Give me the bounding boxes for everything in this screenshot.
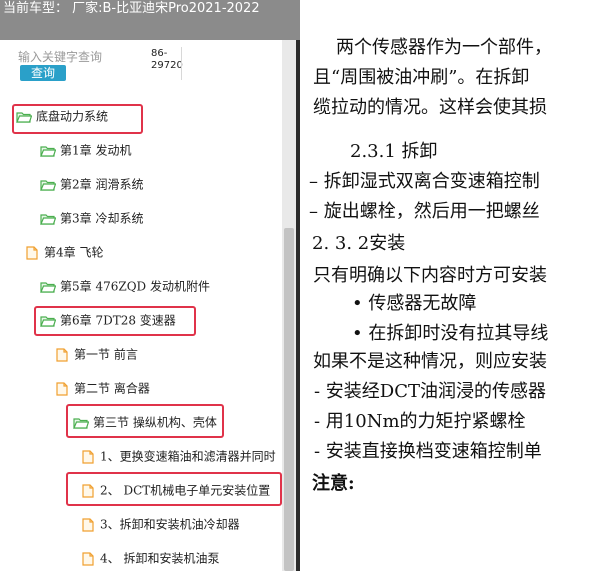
tree-node-label: 1、更换变速箱油和滤清器并同时 (100, 449, 276, 464)
doc-list-line: – 旋出螺栓，然后用一把螺丝 (309, 201, 540, 222)
doc-paragraph-line: 如果不是这种情况，则应安装 (313, 351, 547, 372)
tree-node-item-4[interactable]: 4、 拆卸和安装机油泵 (82, 547, 219, 569)
tree-node-label: 3、拆卸和安装机油冷却器 (100, 517, 240, 532)
tree-node-section-2[interactable]: 第二节 离合器 (56, 377, 150, 399)
doc-bullet-line: • 传感器无故障 (352, 293, 477, 314)
doc-list-line: - 安装经DCT油润浸的传感器 (314, 381, 547, 402)
document-viewer: 两个传感器作为一个部件， 且“周围被油冲刷”。在拆卸 缆拉动的情况。这样会使其损… (300, 0, 600, 571)
current-vehicle-title: 当前车型： 厂家:B-比亚迪宋Pro2021-2022 (3, 1, 260, 16)
document-icon (56, 347, 68, 362)
highlight-box-item-2 (66, 472, 282, 506)
folder-open-icon (40, 281, 56, 293)
document-icon (56, 381, 68, 396)
search-input[interactable]: 输入关键字查询 (18, 50, 144, 64)
document-code: 86- 29720 (151, 48, 183, 71)
document-icon (26, 245, 38, 260)
tree-node-label: 第5章 476ZQD 发动机附件 (60, 279, 210, 294)
sidebar-scrollbar-thumb[interactable] (284, 228, 294, 571)
tree-node-label: 第二节 离合器 (74, 381, 150, 396)
tree-node-chapter-4[interactable]: 第4章 飞轮 (26, 241, 103, 263)
tree-node-chapter-3[interactable]: 第3章 冷却系统 (40, 207, 143, 229)
doc-paragraph-line: 缆拉动的情况。这样会使其损 (313, 97, 547, 118)
doc-note-label: 注意: (312, 473, 355, 494)
doc-paragraph-line: 两个传感器作为一个部件， (336, 37, 552, 58)
doc-heading: 2.3.1 拆卸 (350, 141, 438, 162)
tree-node-item-1[interactable]: 1、更换变速箱油和滤清器并同时 (82, 445, 276, 467)
highlight-box-chassis (12, 104, 143, 134)
highlight-box-chapter-6 (34, 306, 196, 336)
tree-node-chapter-1[interactable]: 第1章 发动机 (40, 139, 131, 161)
tree-node-label: 第3章 冷却系统 (60, 211, 144, 226)
document-icon (82, 517, 94, 532)
search-button[interactable]: 查询 (20, 65, 66, 81)
catalog-sidebar: 输入关键字查询 查询 86- 29720 底盘动力系统 第1章 发动机 第2章 … (0, 40, 296, 571)
tree-node-item-3[interactable]: 3、拆卸和安装机油冷却器 (82, 513, 240, 535)
document-icon (82, 449, 94, 464)
doc-paragraph-line: 只有明确以下内容时方可安装 (313, 265, 547, 286)
doc-list-line: - 安装直接换档变速箱控制单 (314, 441, 542, 462)
folder-open-icon (40, 213, 56, 225)
document-icon (82, 551, 94, 566)
folder-open-icon (40, 145, 56, 157)
doc-paragraph-line: 且“周围被油冲刷”。在拆卸 (313, 67, 530, 88)
tree-node-chapter-5[interactable]: 第5章 476ZQD 发动机附件 (40, 275, 210, 297)
doc-bullet-line: • 在拆卸时没有拉其导线 (352, 323, 549, 344)
doc-list-line: – 拆卸湿式双离合变速箱控制 (309, 171, 540, 192)
doc-list-line: - 用10Nm的力矩拧紧螺栓 (314, 411, 526, 432)
tree-node-label: 第一节 前言 (74, 347, 138, 362)
folder-open-icon (40, 179, 56, 191)
doc-heading: 2. 3. 2安装 (312, 233, 406, 254)
tree-node-label: 第1章 发动机 (60, 143, 132, 158)
highlight-box-section-3 (66, 404, 224, 438)
tree-node-label: 第2章 润滑系统 (60, 177, 144, 192)
tree-node-label: 4、 拆卸和安装机油泵 (100, 551, 220, 566)
tree-node-section-1[interactable]: 第一节 前言 (56, 343, 138, 365)
code-divider (181, 47, 182, 80)
tree-node-chapter-2[interactable]: 第2章 润滑系统 (40, 173, 143, 195)
tree-node-label: 第4章 飞轮 (44, 245, 104, 260)
